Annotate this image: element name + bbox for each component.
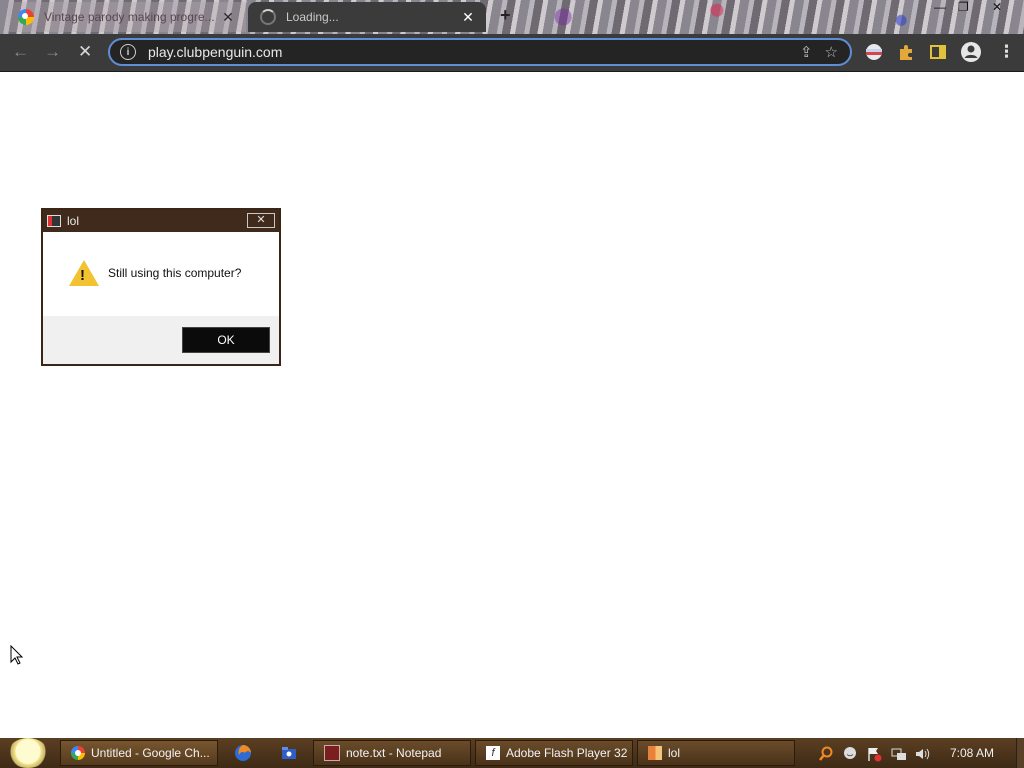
window-close-button[interactable]: ✕	[992, 0, 1002, 14]
dialog-body: ! Still using this computer?	[43, 232, 279, 316]
browser-toolbar: ← → ✕ i play.clubpenguin.com ⇪ ☆ ⋮	[0, 34, 1024, 72]
profile-flag-icon[interactable]	[865, 43, 883, 64]
folder-icon[interactable]	[280, 744, 298, 762]
extensions-puzzle-icon[interactable]	[897, 43, 915, 64]
chrome-icon	[71, 746, 85, 760]
profile-avatar-icon[interactable]	[960, 41, 982, 66]
taskbar: Untitled - Google Ch... note.txt - Notep…	[0, 738, 1024, 768]
action-center-icon[interactable]	[866, 746, 882, 765]
taskbar-item-label: Untitled - Google Ch...	[91, 746, 210, 760]
taskbar-item-label: Adobe Flash Player 32	[506, 746, 628, 760]
alert-dialog: lol ✕ ! Still using this computer? OK	[41, 208, 281, 366]
bookmark-star-icon[interactable]: ☆	[825, 43, 838, 61]
tab-close-icon[interactable]: ✕	[218, 9, 238, 26]
dialog-close-button[interactable]: ✕	[247, 213, 275, 228]
taskbar-item-lol[interactable]: lol	[637, 740, 795, 766]
dialog-message: Still using this computer?	[108, 266, 242, 280]
back-button[interactable]: ←	[12, 42, 29, 62]
app-icon	[648, 746, 662, 760]
show-desktop-button[interactable]	[1016, 738, 1024, 768]
system-clock[interactable]: 7:08 AM	[950, 746, 994, 760]
smiley-tray-icon[interactable]	[843, 746, 857, 763]
app-icon	[47, 215, 61, 227]
taskbar-item-label: lol	[668, 746, 681, 760]
ok-button[interactable]: OK	[182, 327, 270, 353]
google-icon	[18, 9, 34, 25]
search-tray-icon[interactable]	[818, 746, 834, 765]
firefox-icon[interactable]	[234, 744, 252, 762]
network-icon[interactable]	[891, 746, 907, 765]
mouse-cursor-icon	[10, 644, 24, 668]
tab-title: Vintage parody making progre...	[44, 10, 215, 24]
warning-icon: !	[69, 260, 99, 286]
notepad-icon	[324, 745, 340, 761]
minimize-button[interactable]: —	[934, 0, 946, 14]
site-info-icon[interactable]: i	[120, 44, 136, 60]
new-tab-button[interactable]: +	[500, 5, 511, 26]
start-button[interactable]	[8, 738, 48, 768]
stop-loading-button[interactable]: ✕	[78, 42, 92, 62]
taskbar-item-chrome[interactable]: Untitled - Google Ch...	[60, 740, 218, 766]
title-bar: Vintage parody making progre... ✕ Loadin…	[0, 0, 1024, 34]
taskbar-item-label: note.txt - Notepad	[346, 746, 442, 760]
url-text[interactable]: play.clubpenguin.com	[148, 44, 800, 60]
flash-icon: f	[486, 746, 500, 760]
tab-title: Loading...	[286, 10, 339, 24]
side-panel-icon[interactable]	[929, 43, 947, 64]
maximize-button[interactable]: ❐	[958, 0, 969, 14]
dialog-footer: OK	[43, 316, 279, 364]
menu-kebab-icon[interactable]: ⋮	[998, 42, 1015, 62]
volume-icon[interactable]	[914, 746, 930, 765]
tab-loading[interactable]: Loading... ✕	[248, 2, 486, 32]
tab-vintage-parody[interactable]: Vintage parody making progre... ✕	[8, 2, 246, 32]
dialog-title: lol	[67, 214, 80, 228]
forward-button[interactable]: →	[44, 42, 61, 62]
share-icon[interactable]: ⇪	[800, 43, 813, 61]
tab-close-icon[interactable]: ✕	[458, 9, 478, 26]
taskbar-item-notepad[interactable]: note.txt - Notepad	[313, 740, 471, 766]
taskbar-item-flash[interactable]: f Adobe Flash Player 32	[475, 740, 633, 766]
address-bar[interactable]: i play.clubpenguin.com ⇪ ☆	[108, 38, 852, 66]
dialog-title-bar[interactable]: lol ✕	[43, 210, 279, 232]
loading-spinner-icon	[260, 9, 276, 25]
